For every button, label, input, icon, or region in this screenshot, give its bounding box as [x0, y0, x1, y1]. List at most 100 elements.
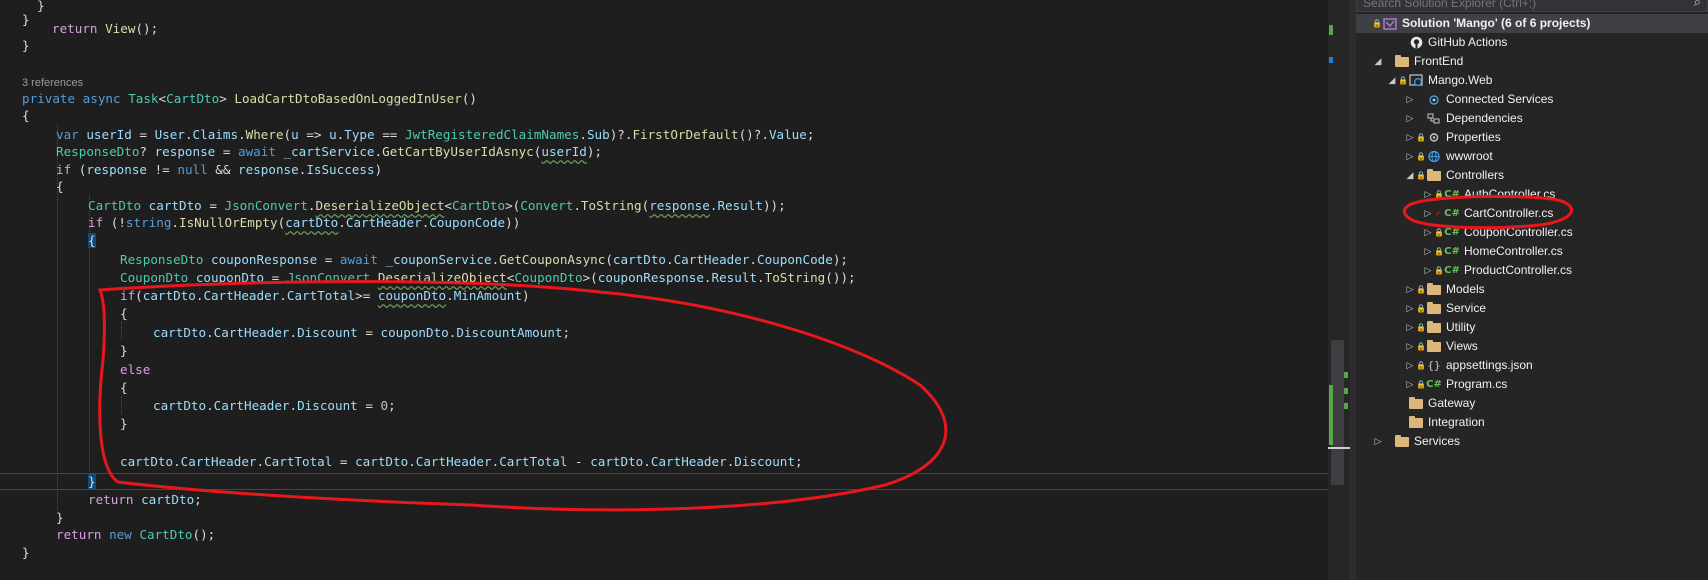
- collapsed-caret-icon[interactable]: ▷: [1422, 204, 1434, 223]
- code-token: ;: [388, 398, 396, 413]
- tree-item[interactable]: ▷ 🔒 C# AuthController.cs: [1422, 185, 1556, 204]
- code-token: {: [22, 108, 30, 123]
- collapsed-caret-icon[interactable]: ▷: [1404, 337, 1416, 356]
- tree-item[interactable]: ▷ 🔒 C# CouponController.cs: [1422, 223, 1573, 242]
- code-line: cartDto.CartHeader.Discount = couponDto.…: [153, 324, 570, 342]
- collapsed-caret-icon[interactable]: ▷: [1404, 109, 1416, 128]
- tree-item[interactable]: ▷ 🔒 Service: [1404, 299, 1486, 318]
- tree-item-label: Models: [1446, 282, 1485, 296]
- search-input[interactable]: [1363, 0, 1663, 11]
- tree-item[interactable]: ▷ 🔒 C# ProductController.cs: [1422, 261, 1573, 280]
- code-token: ): [374, 162, 383, 177]
- code-token: GetCouponAsync: [499, 252, 606, 267]
- code-editor[interactable]: 3 references }} return View();} private as…: [0, 0, 1328, 580]
- code-token: .: [206, 398, 214, 413]
- collapsed-caret-icon[interactable]: ▷: [1404, 147, 1416, 166]
- codelens-references[interactable]: 3 references: [22, 77, 83, 89]
- code-token: couponDto: [377, 288, 447, 303]
- code-token: response: [86, 162, 148, 177]
- code-token: JsonConvert: [224, 198, 308, 213]
- code-token: userId: [541, 144, 587, 159]
- code-token: .: [446, 288, 454, 303]
- collapsed-caret-icon[interactable]: ▷: [1422, 185, 1434, 204]
- tree-item[interactable]: ▷ Dependencies: [1404, 109, 1523, 128]
- collapsed-caret-icon[interactable]: ▷: [1404, 375, 1416, 394]
- tree-item[interactable]: ▷ 🔒 wwwroot: [1404, 147, 1493, 166]
- collapsed-caret-icon[interactable]: ▷: [1422, 223, 1434, 242]
- code-token: ResponseDto: [56, 144, 140, 159]
- tree-item[interactable]: ▷ 🔒 C# Program.cs: [1404, 375, 1508, 394]
- code-token: .: [279, 288, 287, 303]
- code-token: .: [579, 127, 587, 142]
- lock-icon: 🔒: [1416, 133, 1426, 142]
- code-token: .: [757, 270, 765, 285]
- collapsed-caret-icon[interactable]: ▷: [1404, 128, 1416, 147]
- collapsed-caret-icon[interactable]: ▷: [1422, 242, 1434, 261]
- expanded-caret-icon[interactable]: ◢: [1372, 52, 1384, 71]
- code-token: !=: [147, 162, 178, 177]
- tree-item-label: CartController.cs: [1464, 206, 1554, 220]
- tree-item[interactable]: ▷ 🔒 Models: [1404, 280, 1485, 299]
- code-token: await: [339, 252, 378, 267]
- code-token: if: [56, 162, 72, 177]
- code-line: else: [120, 361, 150, 379]
- tree-item[interactable]: ▷ 🔒 Views: [1404, 337, 1478, 356]
- tree-item-label: CouponController.cs: [1464, 225, 1573, 239]
- tree-item[interactable]: ▷ 🔒 Utility: [1404, 318, 1476, 337]
- code-token: CartDto: [166, 91, 220, 106]
- code-token: .: [374, 144, 383, 159]
- code-token: u: [329, 127, 337, 142]
- tree-item[interactable]: Gateway: [1386, 394, 1475, 413]
- code-token: CartDto: [452, 198, 506, 213]
- collapsed-caret-icon[interactable]: ▷: [1404, 299, 1416, 318]
- code-token: .: [370, 270, 378, 285]
- tree-item[interactable]: ▷ ✓ C# CartController.cs: [1422, 204, 1554, 223]
- change-marker: [1329, 57, 1333, 63]
- collapsed-caret-icon[interactable]: ▷: [1404, 280, 1416, 299]
- tree-item[interactable]: ▷ 🔒{} appsettings.json: [1404, 356, 1533, 375]
- code-token: >=: [355, 288, 378, 303]
- tree-item[interactable]: Integration: [1386, 413, 1485, 432]
- tree-item-label: AuthController.cs: [1464, 187, 1556, 201]
- tree-item[interactable]: ◢ 🔒 Controllers: [1404, 166, 1505, 185]
- lock-icon: 🔒: [1416, 361, 1426, 370]
- solution-explorer-search[interactable]: ⌕: [1356, 0, 1708, 12]
- folder-icon: [1425, 166, 1443, 185]
- code-token: .: [171, 215, 180, 230]
- search-icon[interactable]: ⌕: [1694, 0, 1701, 10]
- code-line: if(cartDto.CartHeader.CartTotal>= coupon…: [120, 287, 530, 305]
- code-token: CartTotal: [286, 288, 356, 303]
- collapsed-caret-icon[interactable]: ▷: [1422, 261, 1434, 280]
- tree-item[interactable]: ▷ 🔒 Properties: [1404, 128, 1501, 147]
- dependencies-icon: [1425, 109, 1443, 128]
- lock-icon: 🔒: [1416, 304, 1426, 313]
- code-token: DeserializeObject: [315, 198, 445, 213]
- collapsed-caret-icon[interactable]: ▷: [1404, 356, 1416, 375]
- collapsed-caret-icon[interactable]: ▷: [1404, 90, 1416, 109]
- tree-item-label: ProductController.cs: [1464, 263, 1573, 277]
- code-token: DiscountAmount: [456, 325, 563, 340]
- code-token: Result: [711, 270, 758, 285]
- code-line: cartDto.CartHeader.CartTotal = cartDto.C…: [120, 453, 803, 471]
- code-token: cartDto: [285, 215, 339, 230]
- tree-item[interactable]: GitHub Actions: [1386, 33, 1507, 52]
- expanded-caret-icon[interactable]: ◢: [1386, 71, 1398, 90]
- tree-item[interactable]: ▷ Services: [1372, 432, 1460, 451]
- editor-scrollbar[interactable]: [1328, 0, 1350, 580]
- tree-item[interactable]: ◢ FrontEnd: [1372, 52, 1464, 71]
- lock-icon: 🔒: [1416, 380, 1426, 389]
- code-token: ): [521, 288, 530, 303]
- code-token: ));: [762, 198, 786, 213]
- tree-item[interactable]: ▷ 🔒 C# HomeController.cs: [1422, 242, 1563, 261]
- tree-item[interactable]: ▷ Connected Services: [1404, 90, 1554, 109]
- folder-icon: [1425, 299, 1443, 318]
- expanded-caret-icon[interactable]: ◢: [1404, 166, 1416, 185]
- tree-item[interactable]: ◢ 🔒 Mango.Web: [1386, 71, 1493, 90]
- collapsed-caret-icon[interactable]: ▷: [1404, 318, 1416, 337]
- collapsed-caret-icon[interactable]: ▷: [1372, 432, 1384, 451]
- tree-item[interactable]: 🔒 Solution 'Mango' (6 of 6 projects): [1360, 14, 1590, 33]
- code-token: Sub: [586, 127, 610, 142]
- code-token: return: [56, 527, 102, 542]
